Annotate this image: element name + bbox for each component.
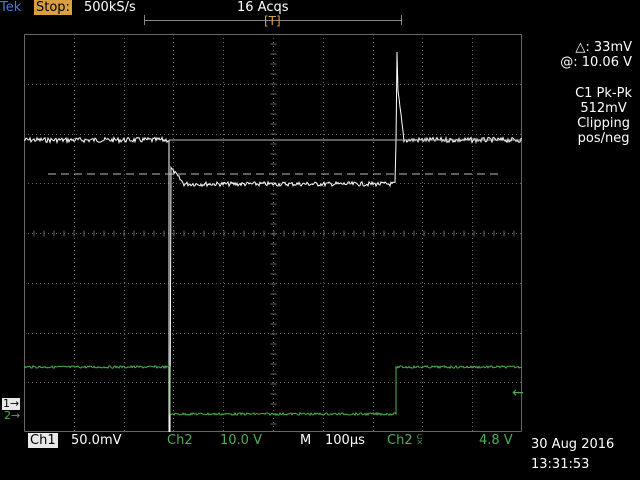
- sample-rate: 500kS/s: [84, 0, 136, 15]
- measurement-readout: C1 Pk-Pk 512mV Clipping pos/neg: [575, 86, 632, 146]
- ch2-scale: 10.0 V: [220, 433, 262, 448]
- run-state-badge: Stop:: [34, 0, 72, 15]
- measurement-warning-detail: pos/neg: [577, 131, 630, 146]
- timebase-label: M: [300, 433, 312, 448]
- trigger-source: Ch2 ⫁: [387, 433, 423, 448]
- trigger-level-arrow: ←: [512, 385, 524, 401]
- ch1-label: Ch1: [28, 433, 58, 448]
- timebase-value: 100µs: [325, 433, 365, 448]
- trigger-position-marker: [T]: [264, 14, 281, 28]
- measurement-value: 512mV: [580, 101, 627, 116]
- ch2-ground-marker: 2→: [4, 409, 21, 422]
- trigger-level: 4.8 V: [479, 433, 513, 448]
- measurement-name: C1 Pk-Pk: [575, 86, 632, 101]
- measurement-warning: Clipping: [577, 116, 630, 131]
- brand-label: Tek: [0, 0, 22, 15]
- time: 13:31:53: [531, 457, 590, 472]
- waveform-display: [24, 34, 522, 432]
- cursor-delta: △: 33mV: [575, 40, 632, 55]
- ch2-label: Ch2: [167, 433, 193, 448]
- date: 30 Aug 2016: [531, 437, 615, 452]
- cursor-readout: △: 33mV @: 10.06 V: [560, 40, 632, 70]
- ch1-scale: 50.0mV: [71, 433, 122, 448]
- graticule: [24, 34, 522, 432]
- cursor-position: @: 10.06 V: [560, 55, 632, 70]
- acquisition-count: 16 Acqs: [237, 0, 289, 15]
